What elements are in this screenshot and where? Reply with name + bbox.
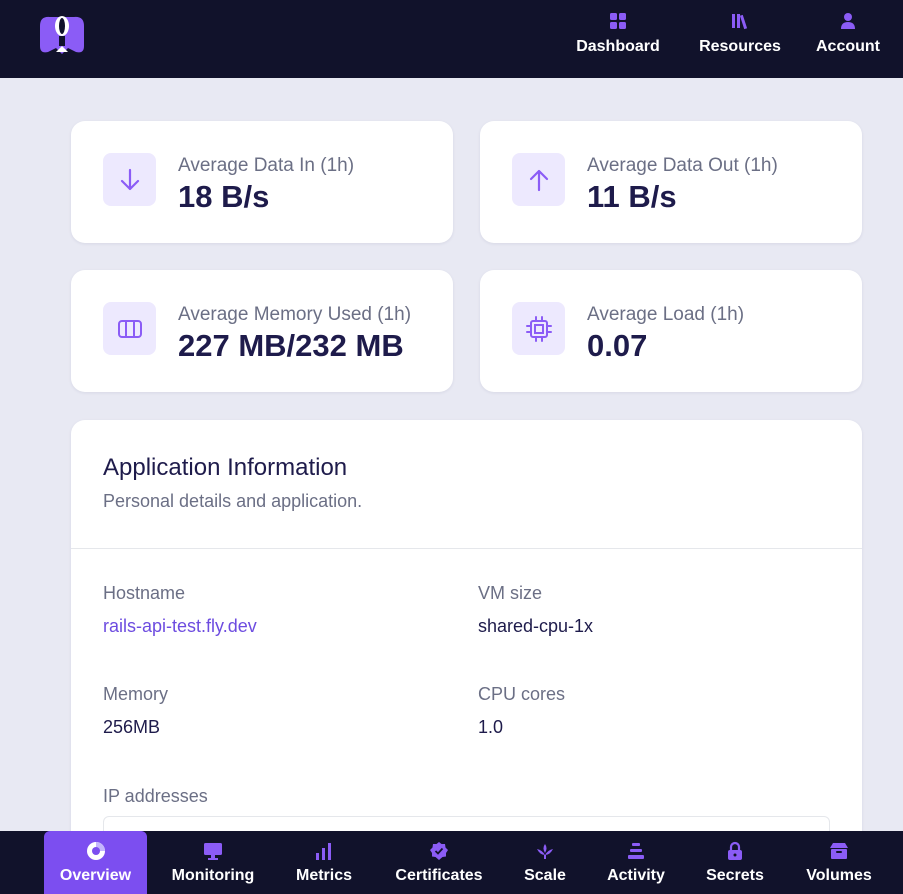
stack-icon (626, 841, 646, 861)
archive-icon (829, 841, 849, 861)
application-information-panel: Application Information Personal details… (71, 420, 862, 894)
tab-scale[interactable]: Scale (522, 831, 568, 894)
section-title: Application Information (103, 454, 348, 481)
cpu-cores-value: 1.0 (478, 717, 504, 737)
hostname-label: Hostname (103, 583, 186, 603)
tab-label: Monitoring (171, 867, 255, 884)
nav-dashboard[interactable]: Dashboard (576, 12, 660, 62)
nav-account[interactable]: Account (815, 12, 881, 62)
stat-value: 0.07 (587, 328, 648, 363)
library-icon (731, 12, 749, 30)
divider (71, 548, 862, 549)
stat-card-load: Average Load (1h) 0.07 (480, 270, 862, 392)
tab-secrets[interactable]: Secrets (705, 831, 765, 894)
arrow-down-icon (103, 153, 156, 206)
tab-label: Activity (607, 867, 665, 884)
badge-check-icon (429, 841, 449, 861)
tab-activity[interactable]: Activity (606, 831, 666, 894)
tab-metrics[interactable]: Metrics (294, 831, 354, 894)
stat-value: 18 B/s (178, 179, 270, 214)
scale-icon (535, 841, 555, 861)
ip-addresses-label: IP addresses (103, 786, 208, 806)
memory-icon (103, 302, 156, 355)
stat-label: Average Memory Used (1h) (178, 304, 412, 325)
bar-chart-icon (314, 841, 334, 861)
stat-label: Average Data Out (1h) (587, 155, 778, 176)
tab-label: Volumes (806, 867, 872, 884)
top-navbar: Dashboard Resources Account (0, 0, 903, 78)
stat-card-data-in: Average Data In (1h) 18 B/s (71, 121, 453, 243)
nav-dashboard-label: Dashboard (576, 38, 660, 55)
nav-resources-label: Resources (699, 38, 781, 55)
arrow-up-icon (512, 153, 565, 206)
user-icon (839, 12, 857, 30)
tab-label: Scale (524, 867, 566, 884)
memory-label: Memory (103, 684, 169, 704)
tab-label: Certificates (395, 867, 483, 884)
hostname-link[interactable]: rails-api-test.fly.dev (103, 616, 257, 637)
overview-icon (86, 841, 106, 861)
monitor-icon (203, 841, 223, 861)
bottom-navbar: Overview Monitoring Metrics Certificates… (0, 831, 903, 894)
nav-resources[interactable]: Resources (699, 12, 781, 62)
grid-icon (609, 12, 627, 30)
nav-account-label: Account (816, 38, 880, 55)
stat-value: 11 B/s (587, 179, 677, 214)
tab-overview[interactable]: Overview (44, 831, 147, 894)
section-subtitle: Personal details and application. (103, 491, 363, 511)
lock-icon (725, 841, 745, 861)
cpu-icon (512, 302, 565, 355)
memory-value: 256MB (103, 717, 161, 737)
fly-logo-icon[interactable] (38, 12, 86, 56)
tab-volumes[interactable]: Volumes (805, 831, 873, 894)
stat-card-data-out: Average Data Out (1h) 11 B/s (480, 121, 862, 243)
vm-size-label: VM size (478, 583, 543, 603)
vm-size-value: shared-cpu-1x (478, 616, 594, 636)
tab-certificates[interactable]: Certificates (393, 831, 485, 894)
stat-label: Average Data In (1h) (178, 155, 355, 176)
cpu-cores-label: CPU cores (478, 684, 566, 704)
tab-label: Overview (59, 867, 132, 884)
stat-card-memory: Average Memory Used (1h) 227 MB/232 MB (71, 270, 453, 392)
tab-monitoring[interactable]: Monitoring (170, 831, 256, 894)
tab-label: Secrets (706, 867, 764, 884)
stat-value: 227 MB/232 MB (178, 328, 404, 363)
tab-label: Metrics (295, 867, 353, 884)
stat-label: Average Load (1h) (587, 304, 745, 325)
